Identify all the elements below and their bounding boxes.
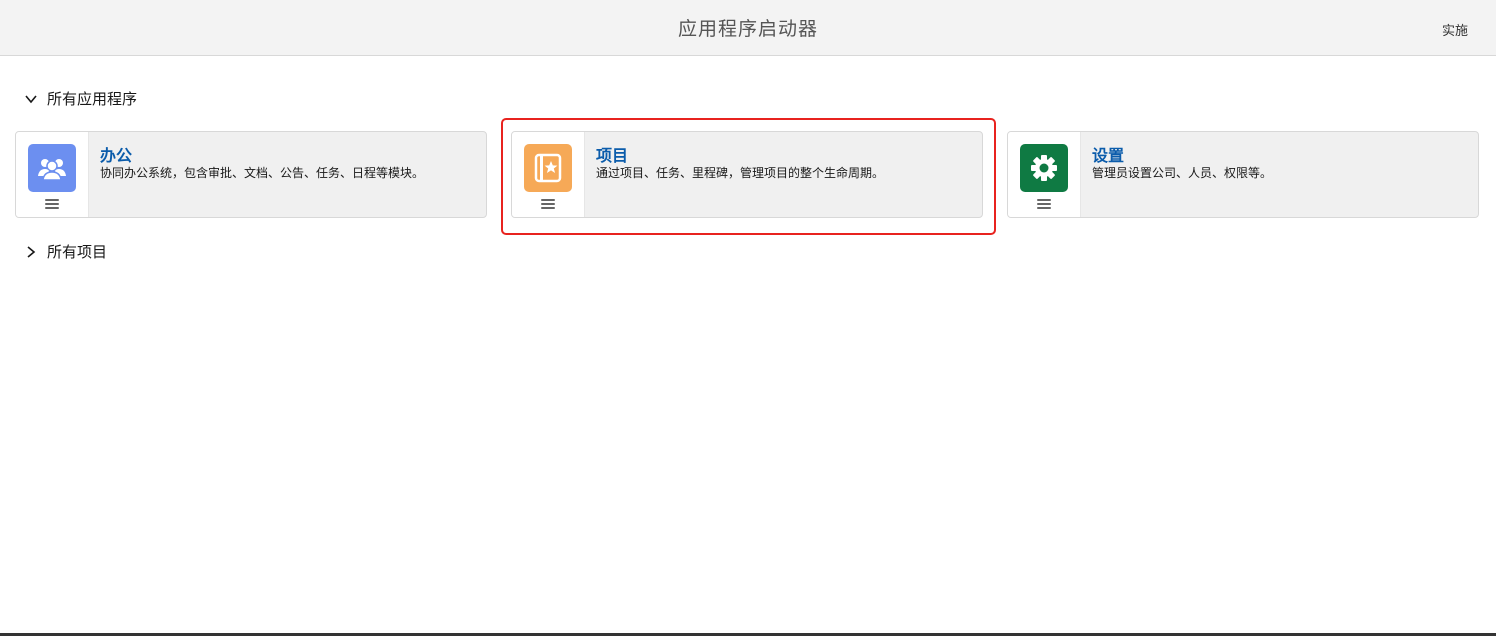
page-title: 应用程序启动器 <box>677 18 818 40</box>
app-description: 协同办公系统，包含审批、文档、公告、任务、日程等模块。 <box>100 166 425 180</box>
section-toggle-all-apps[interactable]: 所有应用程序 <box>24 88 137 109</box>
section-label: 所有项目 <box>47 243 108 261</box>
app-icon-column <box>16 132 89 217</box>
app-card-project[interactable]: 项目 通过项目、任务、里程碑，管理项目的整个生命周期。 <box>511 131 983 218</box>
app-name[interactable]: 项目 <box>596 142 628 166</box>
app-description: 管理员设置公司、人员、权限等。 <box>1092 166 1273 180</box>
app-description: 通过项目、任务、里程碑，管理项目的整个生命周期。 <box>596 166 885 180</box>
section-toggle-all-items[interactable]: 所有项目 <box>24 241 107 262</box>
chevron-down-icon <box>25 94 37 103</box>
gear-icon <box>1020 144 1068 192</box>
app-launcher-header: 应用程序启动器 实施 <box>0 0 1496 56</box>
drag-handle-icon[interactable] <box>1037 199 1051 209</box>
drag-handle-icon[interactable] <box>45 199 59 209</box>
drag-handle-icon[interactable] <box>541 199 555 209</box>
app-icon-column <box>512 132 585 217</box>
chevron-right-icon <box>27 245 36 258</box>
app-card-office[interactable]: 办公 协同办公系统，包含审批、文档、公告、任务、日程等模块。 <box>15 131 487 218</box>
implementation-link[interactable]: 实施 <box>1442 20 1468 39</box>
people-icon <box>28 144 76 192</box>
app-card-settings[interactable]: 设置 管理员设置公司、人员、权限等。 <box>1007 131 1479 218</box>
app-icon-column <box>1008 132 1081 217</box>
app-name[interactable]: 办公 <box>100 142 132 166</box>
section-label: 所有应用程序 <box>47 90 138 108</box>
notebook-star-icon <box>524 144 572 192</box>
app-name[interactable]: 设置 <box>1092 142 1124 166</box>
